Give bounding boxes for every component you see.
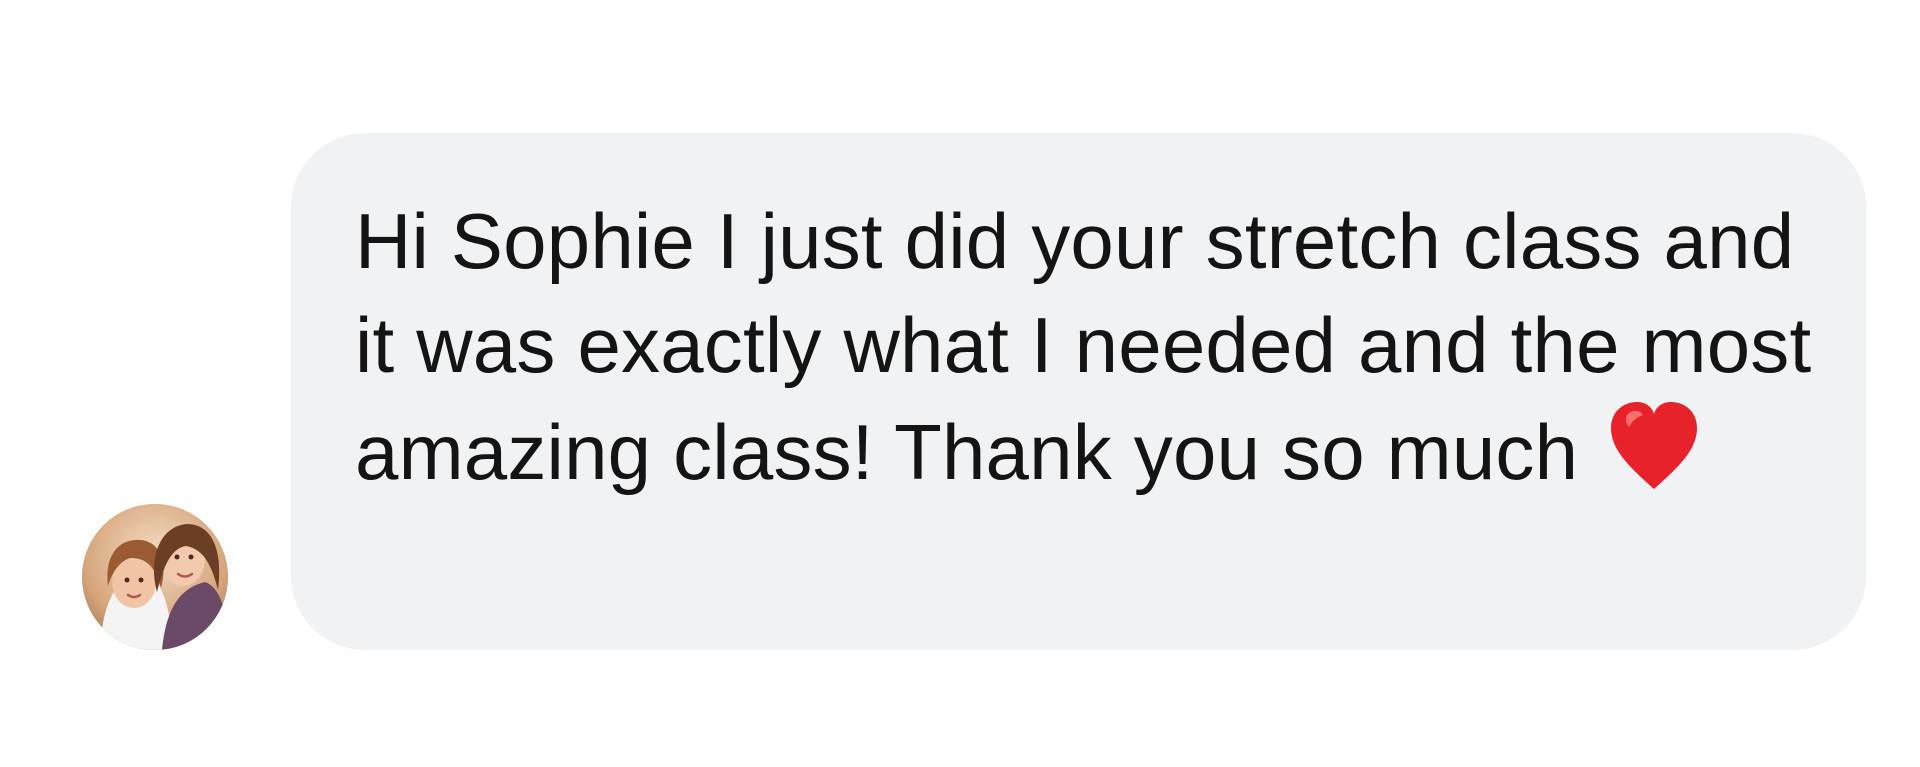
- incoming-message-row: Hi Sophie I just did your stretch class …: [0, 0, 1920, 767]
- avatar-photo: [82, 504, 228, 650]
- sender-avatar[interactable]: [82, 504, 228, 650]
- message-text: Hi Sophie I just did your stretch class …: [355, 189, 1826, 504]
- message-bubble[interactable]: Hi Sophie I just did your stretch class …: [291, 133, 1866, 650]
- red-heart-icon: [1604, 397, 1704, 497]
- message-text-content: Hi Sophie I just did your stretch class …: [355, 197, 1812, 496]
